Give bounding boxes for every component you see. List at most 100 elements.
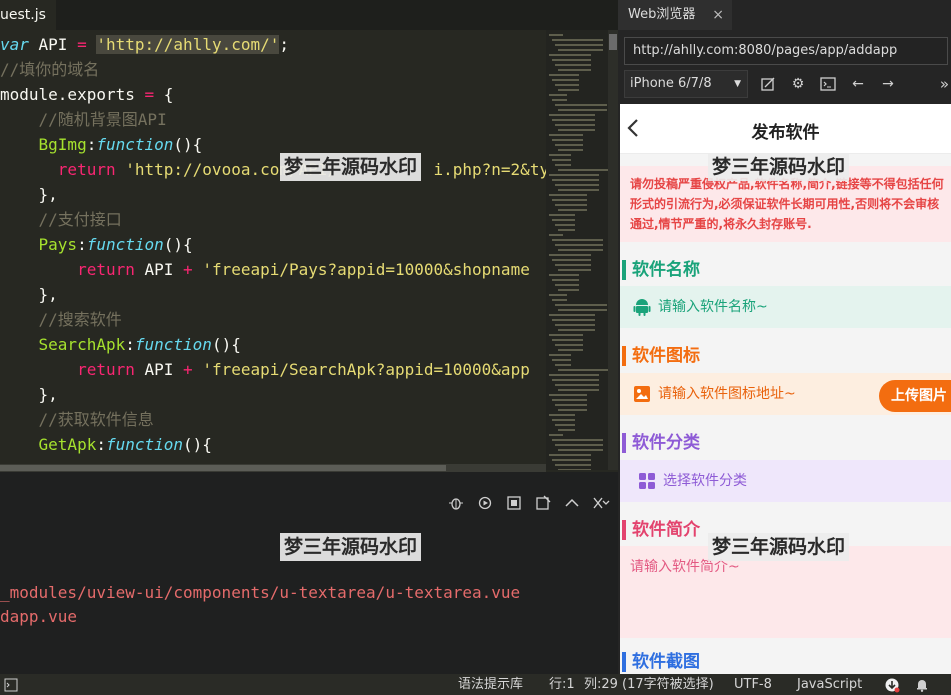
more-icon[interactable]: » [940, 72, 949, 96]
editor-vertical-scroll-thumb[interactable] [609, 34, 617, 50]
encoding[interactable]: UTF-8 [734, 674, 772, 695]
console-icon[interactable] [818, 72, 838, 96]
minimap-line [555, 344, 583, 346]
gear-icon[interactable]: ⚙ [788, 72, 808, 96]
minimap-line [558, 469, 591, 470]
minimap-line [552, 239, 603, 241]
collapse-icon[interactable] [563, 494, 581, 512]
language-mode[interactable]: JavaScript [797, 674, 862, 695]
minimap-line [552, 339, 583, 341]
console-line[interactable]: dapp.vue [0, 607, 77, 626]
code-line[interactable]: //获取软件信息 [0, 407, 154, 432]
code-line[interactable]: var API = 'http://ahlly.com/'; [0, 32, 289, 57]
download-icon[interactable] [884, 674, 900, 695]
cursor-column[interactable]: 列:29 (17字符被选择) [584, 674, 714, 695]
code-token: API [28, 35, 78, 54]
code-token: //填你的域名 [0, 60, 100, 79]
minimap-line [549, 254, 591, 256]
code-line[interactable]: BgImg:function(){ [0, 132, 203, 157]
bell-icon[interactable] [915, 674, 929, 695]
minimap-line [555, 184, 599, 186]
code-token: }, [38, 285, 58, 304]
section-bar [622, 433, 626, 453]
minimap-line [555, 264, 591, 266]
arrow-left-icon[interactable]: ← [848, 72, 868, 96]
category-select[interactable]: 选择软件分类 [663, 460, 747, 502]
minimap-line [552, 219, 575, 221]
code-line[interactable]: Pays:function(){ [0, 232, 193, 257]
browser-tab-label[interactable]: Web浏览器 [628, 7, 695, 22]
device-select[interactable]: iPhone 6/7/8 ▼ [624, 70, 748, 98]
minimap-line [555, 144, 583, 146]
name-input[interactable]: 请输入软件名称~ [658, 286, 768, 328]
url-input[interactable]: http://ahlly.com:8080/pages/app/addapp [624, 37, 948, 65]
image-icon [634, 386, 650, 402]
minimap-line [558, 349, 583, 351]
watermark: 梦三年源码水印 [708, 153, 850, 181]
code-token: = [144, 85, 155, 104]
minimap-line [549, 374, 599, 376]
minimap-line [552, 399, 587, 401]
upload-image-button[interactable]: 上传图片 [879, 380, 951, 412]
icon-field[interactable]: 请输入软件图标地址~ 上传图片 [620, 373, 951, 415]
minimap-line [558, 269, 591, 271]
code-line[interactable]: //填你的域名 [0, 57, 99, 82]
code-line[interactable]: }, [0, 282, 58, 307]
stop-icon[interactable] [505, 494, 523, 512]
section-title-intro-label: 软件简介 [632, 520, 700, 540]
code-line[interactable]: //随机背景图API [0, 107, 167, 132]
minimap-line [549, 274, 579, 276]
code-token: return [57, 160, 116, 179]
category-field[interactable]: 选择软件分类 [620, 460, 951, 502]
editor-tab[interactable]: uest.js [0, 0, 56, 30]
minimap-line [552, 299, 567, 301]
restart-icon[interactable] [476, 494, 494, 512]
minimap-line [549, 54, 591, 56]
editor-horizontal-scrollbar[interactable] [0, 464, 546, 472]
code-line[interactable]: }, [0, 182, 58, 207]
code-line[interactable]: //支付接口 [0, 207, 122, 232]
code-line[interactable]: SearchApk:function(){ [0, 332, 241, 357]
cursor-line[interactable]: 行:1 [549, 674, 575, 695]
code-line[interactable]: return API + 'freeapi/SearchApk?appid=10… [0, 357, 530, 382]
code-line[interactable]: }, [0, 382, 58, 407]
icon-url-input[interactable]: 请输入软件图标地址~ [658, 373, 796, 415]
code-line[interactable]: return API + 'freeapi/Pays?appid=10000&s… [0, 257, 530, 282]
code-editor[interactable]: uest.js var API = 'http://ahlly.com/'; //… [0, 0, 618, 472]
code-line[interactable]: module.exports = { [0, 82, 173, 107]
code-line[interactable]: //搜索软件 [0, 307, 122, 332]
code-token: (){ [173, 135, 203, 154]
minimap-line [549, 314, 595, 316]
minimap-line [549, 354, 571, 356]
open-external-icon[interactable] [758, 72, 778, 96]
editor-vertical-scrollbar[interactable] [608, 30, 618, 470]
browser-tab[interactable]: Web浏览器 × [618, 0, 732, 30]
syntax-hint-lib[interactable]: 语法提示库 [458, 674, 523, 695]
close-console-icon[interactable] [592, 494, 610, 512]
section-title-intro: 软件简介 [620, 518, 700, 542]
console-line[interactable]: _modules/uview-ui/components/u-textarea/… [0, 583, 520, 602]
editor-horizontal-scroll-thumb[interactable] [0, 465, 446, 471]
minimap[interactable] [546, 30, 608, 470]
bug-icon[interactable] [447, 494, 465, 512]
minimap-line [555, 164, 571, 166]
minimap-line [552, 419, 575, 421]
code-token: : [125, 335, 135, 354]
section-bar [622, 652, 626, 672]
panel-toggle-icon[interactable] [4, 674, 18, 695]
name-field[interactable]: 请输入软件名称~ [620, 286, 951, 328]
minimap-line [558, 409, 587, 411]
editor-tab-label[interactable]: uest.js [0, 7, 46, 23]
clear-icon[interactable] [534, 494, 552, 512]
code-area[interactable]: var API = 'http://ahlly.com/'; //填你的域名 mod… [0, 32, 546, 464]
code-token: (){ [183, 435, 212, 454]
arrow-right-icon[interactable]: → [878, 72, 898, 96]
minimap-line [552, 179, 599, 181]
code-line[interactable]: GetApk:function(){ [0, 432, 212, 457]
close-icon[interactable]: × [712, 0, 724, 30]
code-line[interactable]: return 'http://ovooa.com/API/ i.php?n=2&… [0, 157, 546, 182]
